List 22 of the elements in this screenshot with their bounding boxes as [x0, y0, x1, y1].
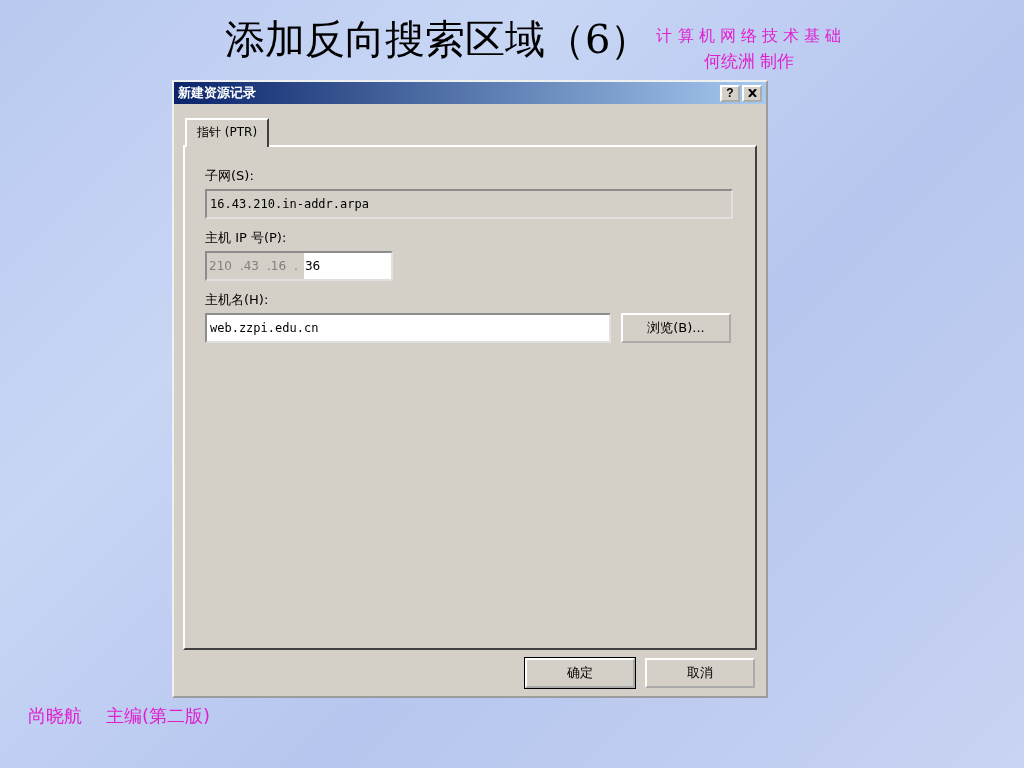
browse-button[interactable]: 浏览(B)... [621, 313, 731, 343]
close-button[interactable] [742, 84, 762, 102]
window-title: 新建资源记录 [178, 84, 257, 102]
dialog-button[interactable]: 确定 [525, 658, 635, 688]
ip-octet: . [293, 258, 299, 275]
ip-octet: 210 [208, 258, 233, 275]
field-label: 主机 IP 号(P): [205, 229, 288, 247]
slide-title: 添加反向搜索区域（6） [225, 15, 651, 64]
ip-octet: .43 [238, 258, 260, 275]
field-label: 子网(S): [205, 167, 255, 185]
tab[interactable]: 指针 (PTR) [185, 118, 270, 147]
course-name: 计 算 机 网 络 技 术 基 础 [656, 25, 842, 47]
ip-octet[interactable]: 36 [303, 253, 391, 279]
footer-text: 主编(第二版) [106, 704, 211, 728]
author-credit: 何统洲 制作 [703, 50, 794, 73]
close-icon [747, 89, 757, 97]
dialog-button[interactable]: 取消 [645, 658, 755, 688]
footer-text: 尚晓航 [28, 704, 82, 728]
input-field[interactable]: web.zzpi.edu.cn [205, 313, 611, 343]
help-button[interactable]: ? [720, 84, 740, 102]
field-label: 主机名(H): [205, 291, 270, 309]
ip-octet: .16 [266, 258, 288, 275]
